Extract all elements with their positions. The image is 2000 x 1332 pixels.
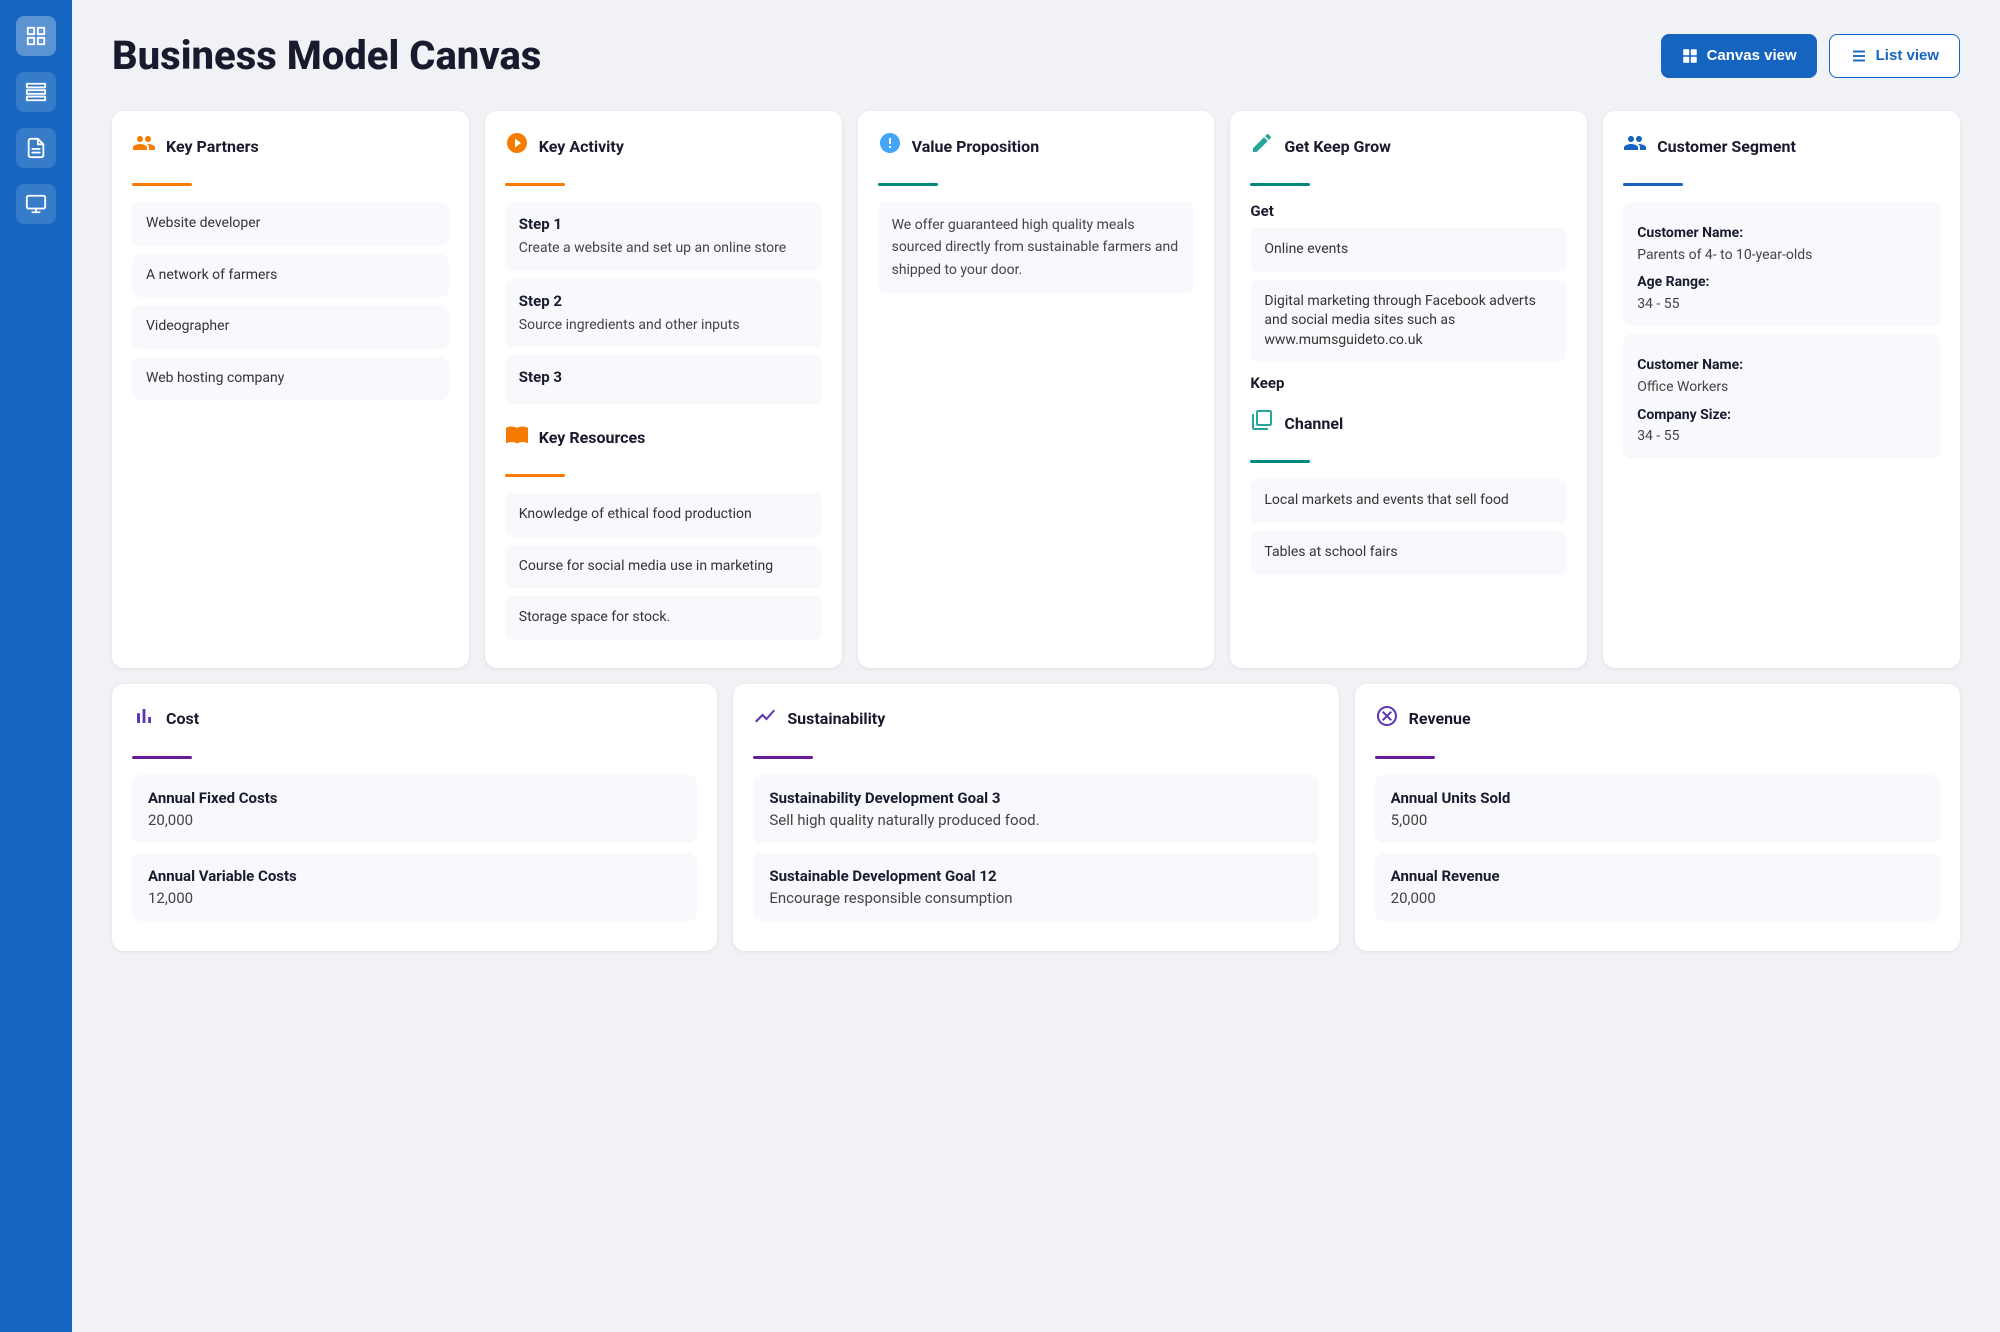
key-resources-title: Key Resources: [539, 428, 646, 447]
value-prop-text: We offer guaranteed high quality meals s…: [878, 202, 1195, 293]
canvas-grid: Key Partners Website developer A network…: [112, 111, 1960, 668]
channel-icon: [1250, 408, 1274, 438]
get-item-1: Online events: [1250, 228, 1567, 272]
key-partners-underline: [132, 183, 192, 186]
page-title: Business Model Canvas: [112, 32, 541, 79]
resource-item-2: Course for social media use in marketing: [505, 545, 822, 589]
key-partners-title: Key Partners: [166, 137, 259, 156]
customer-segment-title: Customer Segment: [1657, 137, 1796, 156]
channel-section: Channel Local markets and events that se…: [1250, 408, 1567, 574]
revenue-header: Revenue: [1375, 704, 1940, 744]
key-activity-icon: [505, 131, 529, 161]
channel-item-1: Local markets and events that sell food: [1250, 479, 1567, 523]
sustainability-item-1: Sustainability Development Goal 3 Sell h…: [753, 775, 1318, 843]
revenue-underline: [1375, 756, 1435, 759]
value-prop-title: Value Proposition: [912, 137, 1040, 156]
cost-underline: [132, 756, 192, 759]
cost-item-2: Annual Variable Costs 12,000: [132, 853, 697, 921]
channel-header: Channel: [1250, 408, 1567, 448]
cost-header: Cost: [132, 704, 697, 744]
key-partners-icon: [132, 131, 156, 161]
sustainability-item-2: Sustainable Development Goal 12 Encourag…: [753, 853, 1318, 921]
get-keep-grow-underline: [1250, 183, 1310, 186]
canvas-view-button[interactable]: Canvas view: [1661, 34, 1817, 78]
revenue-icon: [1375, 704, 1399, 734]
get-keep-grow-title: Get Keep Grow: [1284, 137, 1390, 156]
customer-segment-card: Customer Segment Customer Name: Parents …: [1603, 111, 1960, 668]
resource-item-1: Knowledge of ethical food production: [505, 493, 822, 537]
revenue-title: Revenue: [1409, 709, 1471, 728]
sidebar-icon-2[interactable]: [16, 72, 56, 112]
cost-item-1: Annual Fixed Costs 20,000: [132, 775, 697, 843]
main-content: Business Model Canvas Canvas view List v…: [72, 0, 2000, 1332]
value-prop-underline: [878, 183, 938, 186]
key-partners-header: Key Partners: [132, 131, 449, 171]
activity-step-2: Step 2 Source ingredients and other inpu…: [505, 279, 822, 348]
customer-2-box: Customer Name: Office Workers Company Si…: [1623, 334, 1940, 458]
key-activity-title: Key Activity: [539, 137, 624, 156]
key-resources-section: Key Resources Knowledge of ethical food …: [505, 422, 822, 640]
list-view-label: List view: [1876, 47, 1939, 64]
activity-step-1: Step 1 Create a website and set up an on…: [505, 202, 822, 271]
get-label: Get: [1250, 202, 1567, 220]
sustainability-underline: [753, 756, 813, 759]
get-keep-grow-header: Get Keep Grow: [1250, 131, 1567, 171]
activity-step-3: Step 3: [505, 355, 822, 404]
channel-underline: [1250, 460, 1310, 463]
view-toggle: Canvas view List view: [1661, 34, 1960, 78]
key-resources-header: Key Resources: [505, 422, 822, 462]
value-prop-header: Value Proposition: [878, 131, 1195, 171]
header: Business Model Canvas Canvas view List v…: [112, 32, 1960, 79]
revenue-item-2: Annual Revenue 20,000: [1375, 853, 1940, 921]
channel-title: Channel: [1284, 414, 1343, 433]
revenue-item-1: Annual Units Sold 5,000: [1375, 775, 1940, 843]
customer-1-box: Customer Name: Parents of 4- to 10-year-…: [1623, 202, 1940, 326]
key-resources-underline: [505, 474, 565, 477]
key-resources-icon: [505, 422, 529, 452]
customer-segment-underline: [1623, 183, 1683, 186]
value-proposition-card: Value Proposition We offer guaranteed hi…: [858, 111, 1215, 668]
resource-item-3: Storage space for stock.: [505, 596, 822, 640]
customer-segment-icon: [1623, 131, 1647, 161]
customer-segment-header: Customer Segment: [1623, 131, 1940, 171]
key-partners-card: Key Partners Website developer A network…: [112, 111, 469, 668]
sustainability-header: Sustainability: [753, 704, 1318, 744]
bottom-grid: Cost Annual Fixed Costs 20,000 Annual Va…: [112, 684, 1960, 951]
partner-item-2: A network of farmers: [132, 254, 449, 298]
get-item-2: Digital marketing through Facebook adver…: [1250, 280, 1567, 363]
key-activity-underline: [505, 183, 565, 186]
key-activity-card: Key Activity Step 1 Create a website and…: [485, 111, 842, 668]
key-activity-header: Key Activity: [505, 131, 822, 171]
get-keep-grow-card: Get Keep Grow Get Online events Digital …: [1230, 111, 1587, 668]
channel-item-2: Tables at school fairs: [1250, 531, 1567, 575]
sustainability-icon: [753, 704, 777, 734]
canvas-view-label: Canvas view: [1707, 47, 1797, 64]
sustainability-title: Sustainability: [787, 709, 885, 728]
sidebar-icon-4[interactable]: [16, 184, 56, 224]
keep-label: Keep: [1250, 374, 1567, 392]
cost-title: Cost: [166, 709, 199, 728]
list-view-button[interactable]: List view: [1829, 34, 1960, 78]
get-keep-grow-icon: [1250, 131, 1274, 161]
sidebar-icon-1[interactable]: [16, 16, 56, 56]
partner-item-1: Website developer: [132, 202, 449, 246]
cost-card: Cost Annual Fixed Costs 20,000 Annual Va…: [112, 684, 717, 951]
sidebar-icon-3[interactable]: [16, 128, 56, 168]
value-prop-icon: [878, 131, 902, 161]
sidebar: [0, 0, 72, 1332]
partner-item-4: Web hosting company: [132, 357, 449, 401]
revenue-card: Revenue Annual Units Sold 5,000 Annual R…: [1355, 684, 1960, 951]
sustainability-card: Sustainability Sustainability Developmen…: [733, 684, 1338, 951]
partner-item-3: Videographer: [132, 305, 449, 349]
cost-icon: [132, 704, 156, 734]
